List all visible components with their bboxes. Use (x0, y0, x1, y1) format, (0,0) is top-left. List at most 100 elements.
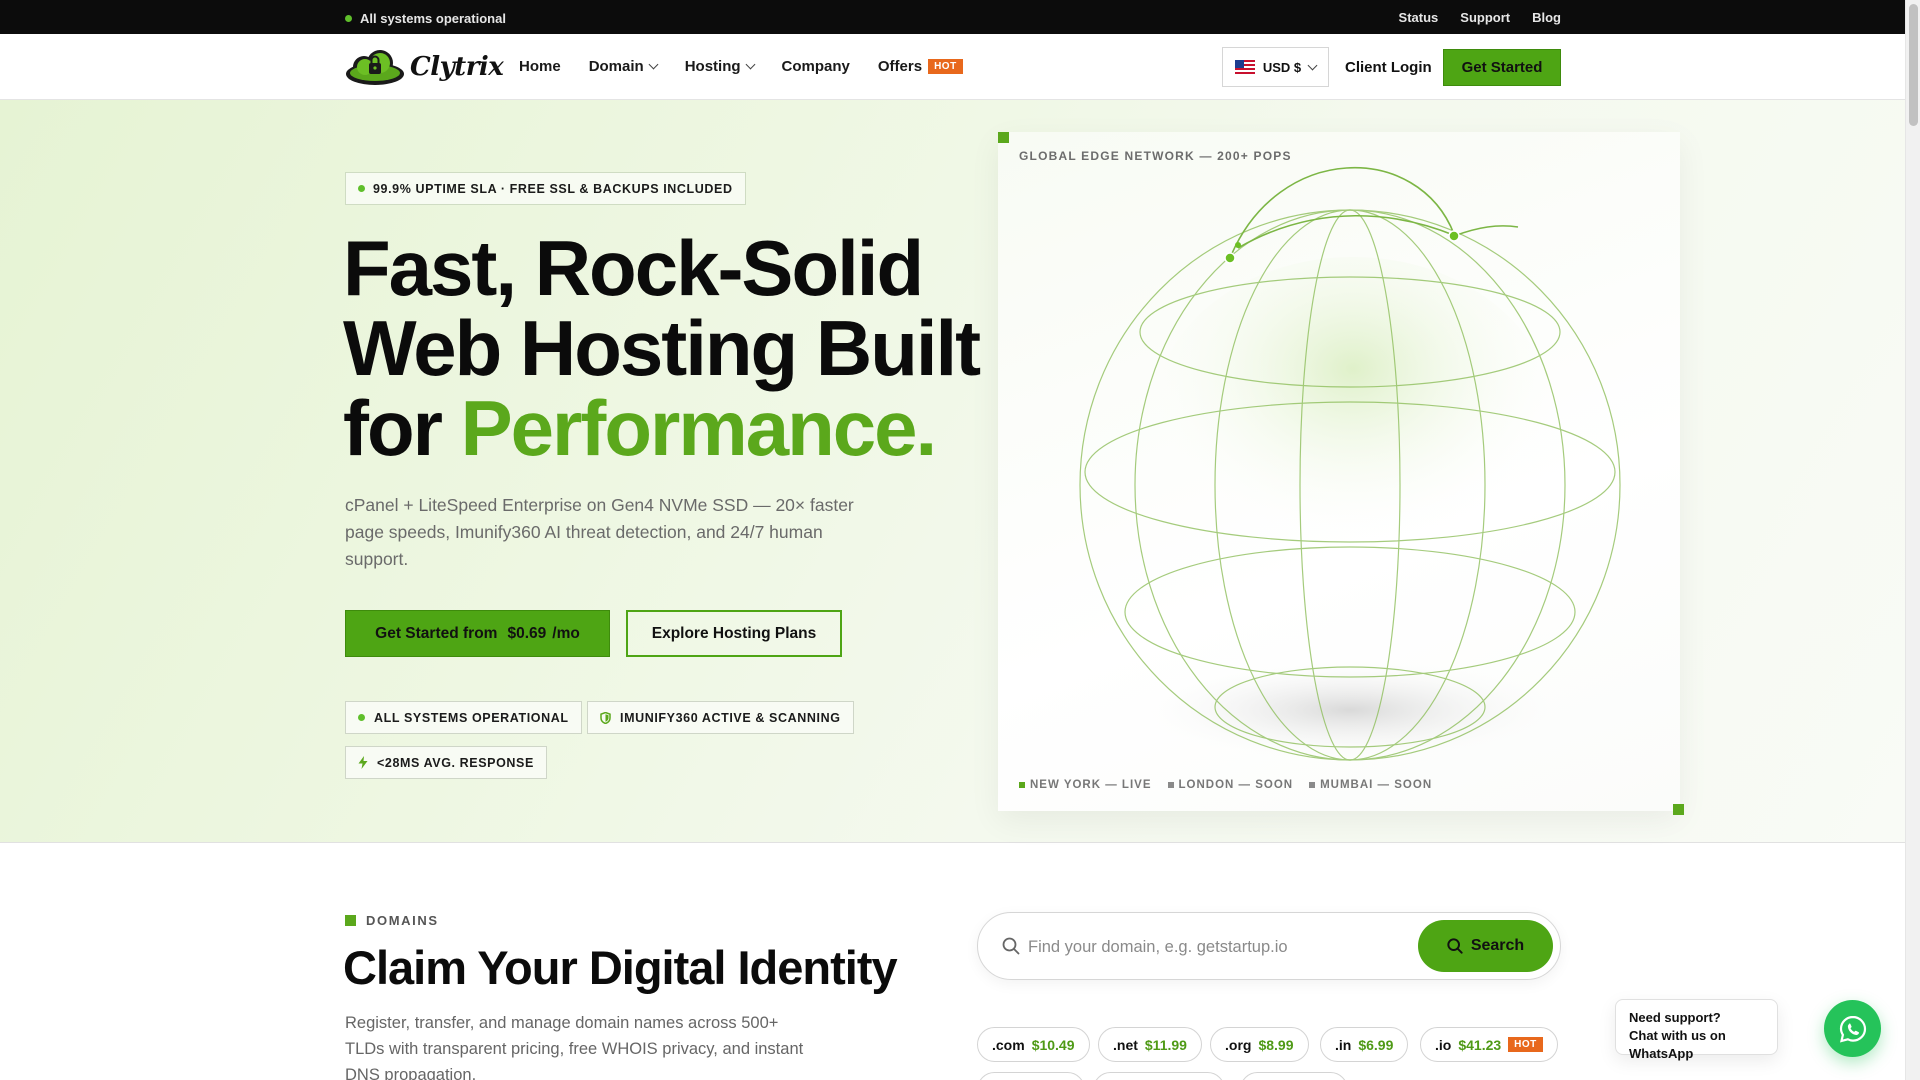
tld-chip[interactable] (977, 1072, 1085, 1080)
legend-item-london: LONDON — SOON (1167, 779, 1294, 791)
hero-headline: Fast, Rock-Solid Web Hosting Built for P… (343, 228, 1023, 468)
status-dot-icon (358, 714, 365, 721)
cta-price: $0.69 (507, 624, 547, 642)
nav-item-company[interactable]: Company (782, 58, 850, 75)
top-link-support[interactable]: Support (1460, 10, 1510, 25)
search-icon (1002, 937, 1020, 955)
tld-chip-io[interactable]: .io $41.23 HOT (1420, 1027, 1558, 1062)
nav-item-label: Offers (877, 58, 923, 75)
brand-logo[interactable]: Clytrix (344, 48, 504, 86)
explore-plans-button[interactable]: Explore Hosting Plans (626, 610, 842, 657)
headline-line-3-prefix: for (343, 384, 461, 472)
search-button-label: Search (1470, 937, 1525, 954)
whatsapp-support-bubble[interactable]: Need support? Chat with us on WhatsApp (1615, 999, 1778, 1061)
hot-badge: HOT (1508, 1037, 1543, 1052)
us-flag-icon (1234, 60, 1255, 74)
tld-price: $41.23 (1458, 1036, 1502, 1053)
legend-square-icon (1167, 782, 1174, 788)
chip-text: <28MS AVG. RESPONSE (377, 755, 534, 770)
uptime-badge-text: 99.9% UPTIME SLA · FREE SSL & BACKUPS IN… (373, 181, 733, 196)
legend-label: NEW YORK — LIVE (1030, 779, 1152, 791)
nav-item-label: Company (781, 58, 850, 75)
global-network-panel: GLOBAL EDGE NETWORK — 200+ POPS NEW YORK… (998, 132, 1684, 815)
tld-chip-in[interactable]: .in $6.99 (1320, 1027, 1409, 1062)
legend-square-icon (1309, 782, 1316, 788)
top-bar: All systems operational Status Support B… (0, 0, 1920, 34)
cloud-lock-logo-icon (346, 50, 404, 85)
nav-item-home[interactable]: Home (519, 58, 561, 75)
chevron-down-icon (745, 59, 755, 70)
tld-chip-com[interactable]: .com $10.49 (977, 1027, 1090, 1062)
hero-subtext: cPanel + LiteSpeed Enterprise on Gen4 NV… (345, 495, 854, 569)
support-line-1: Need support? (1629, 1010, 1721, 1025)
top-link-status[interactable]: Status (1399, 10, 1439, 25)
brand-name: Clytrix (410, 52, 504, 82)
get-started-nav-button[interactable]: Get Started (1443, 49, 1561, 86)
chevron-down-icon (1307, 60, 1318, 70)
cta-prefix: Get Started from (375, 624, 498, 642)
tld-ext: .io (1435, 1036, 1452, 1053)
globe-illustration (1079, 167, 1621, 762)
whatsapp-chat-button[interactable] (1824, 1000, 1881, 1057)
currency-selector[interactable]: USD $ (1222, 47, 1329, 87)
cta-suffix: /mo (552, 624, 580, 642)
support-line-2: Chat with us on WhatsApp (1629, 1028, 1726, 1061)
tld-chip-org[interactable]: .org $8.99 (1210, 1027, 1309, 1062)
currency-label: USD $ (1262, 59, 1302, 75)
tld-price: $6.99 (1358, 1036, 1394, 1053)
nav-menu: Home Domain Hosting Company Offers HOT (519, 58, 963, 75)
system-status: All systems operational (345, 11, 506, 26)
network-legend: NEW YORK — LIVE LONDON — SOON MUMBAI — S… (1019, 779, 1432, 791)
tld-chip-net[interactable]: .net $11.99 (1098, 1027, 1202, 1062)
eyebrow-square-icon (345, 915, 356, 926)
chevron-down-icon (648, 59, 659, 70)
tld-chip[interactable] (1240, 1072, 1348, 1080)
domains-eyebrow: DOMAINS (345, 913, 439, 928)
hot-badge: HOT (928, 59, 963, 74)
status-chip-response: <28MS AVG. RESPONSE (345, 746, 547, 779)
domains-eyebrow-text: DOMAINS (366, 913, 439, 928)
headline-accent: Performance. (460, 384, 938, 472)
nav-item-label: Domain (588, 58, 644, 75)
domains-description: Register, transfer, and manage domain na… (345, 1014, 804, 1080)
tld-ext: .org (1225, 1036, 1252, 1053)
domain-search-bar: Search (977, 912, 1561, 980)
headline-line-2: Web Hosting Built (343, 304, 981, 392)
nav-item-domain[interactable]: Domain (588, 58, 659, 75)
scrollbar-thumb[interactable] (1909, 4, 1918, 126)
tld-ext: .com (992, 1036, 1025, 1053)
nav-item-offers[interactable]: Offers HOT (878, 58, 963, 75)
nav-item-label: Hosting (684, 58, 741, 75)
hero-section: 99.9% UPTIME SLA · FREE SSL & BACKUPS IN… (0, 100, 1905, 843)
tld-price: $11.99 (1144, 1036, 1187, 1053)
headline-line-1: Fast, Rock-Solid (343, 224, 924, 312)
nav-item-label: Home (519, 58, 561, 75)
client-login-link[interactable]: Client Login (1345, 59, 1432, 76)
domain-search-button[interactable]: Search (1418, 920, 1553, 972)
top-link-blog[interactable]: Blog (1532, 10, 1561, 25)
legend-item-mumbai: MUMBAI — SOON (1309, 779, 1432, 791)
legend-item-new-york: NEW YORK — LIVE (1019, 779, 1152, 791)
status-dot-icon (345, 15, 352, 22)
system-status-text: All systems operational (360, 11, 506, 26)
status-chip-operational: ALL SYSTEMS OPERATIONAL (345, 701, 582, 734)
domain-search-input[interactable] (1028, 933, 1408, 961)
tld-ext: .in (1335, 1036, 1352, 1053)
status-chip-imunify: IMUNIFY360 ACTIVE & SCANNING (587, 701, 854, 734)
search-icon (1447, 938, 1463, 954)
tld-chip[interactable] (1093, 1072, 1225, 1080)
shield-icon (600, 711, 611, 724)
legend-square-icon (1019, 782, 1025, 788)
uptime-badge: 99.9% UPTIME SLA · FREE SSL & BACKUPS IN… (345, 172, 746, 205)
whatsapp-icon (1839, 1015, 1866, 1043)
get-started-cta-button[interactable]: Get Started from $0.69 /mo (345, 610, 610, 657)
nav-item-hosting[interactable]: Hosting (684, 58, 755, 75)
page-scrollbar[interactable] (1905, 0, 1920, 1080)
legend-label: MUMBAI — SOON (1320, 779, 1433, 791)
legend-label: LONDON — SOON (1178, 779, 1294, 791)
tld-price: $10.49 (1031, 1036, 1075, 1053)
top-links: Status Support Blog (1399, 10, 1561, 25)
lightning-icon (358, 756, 368, 769)
main-nav: Clytrix Home Domain Hosting Company Offe… (0, 34, 1905, 100)
chip-text: IMUNIFY360 ACTIVE & SCANNING (620, 710, 841, 725)
